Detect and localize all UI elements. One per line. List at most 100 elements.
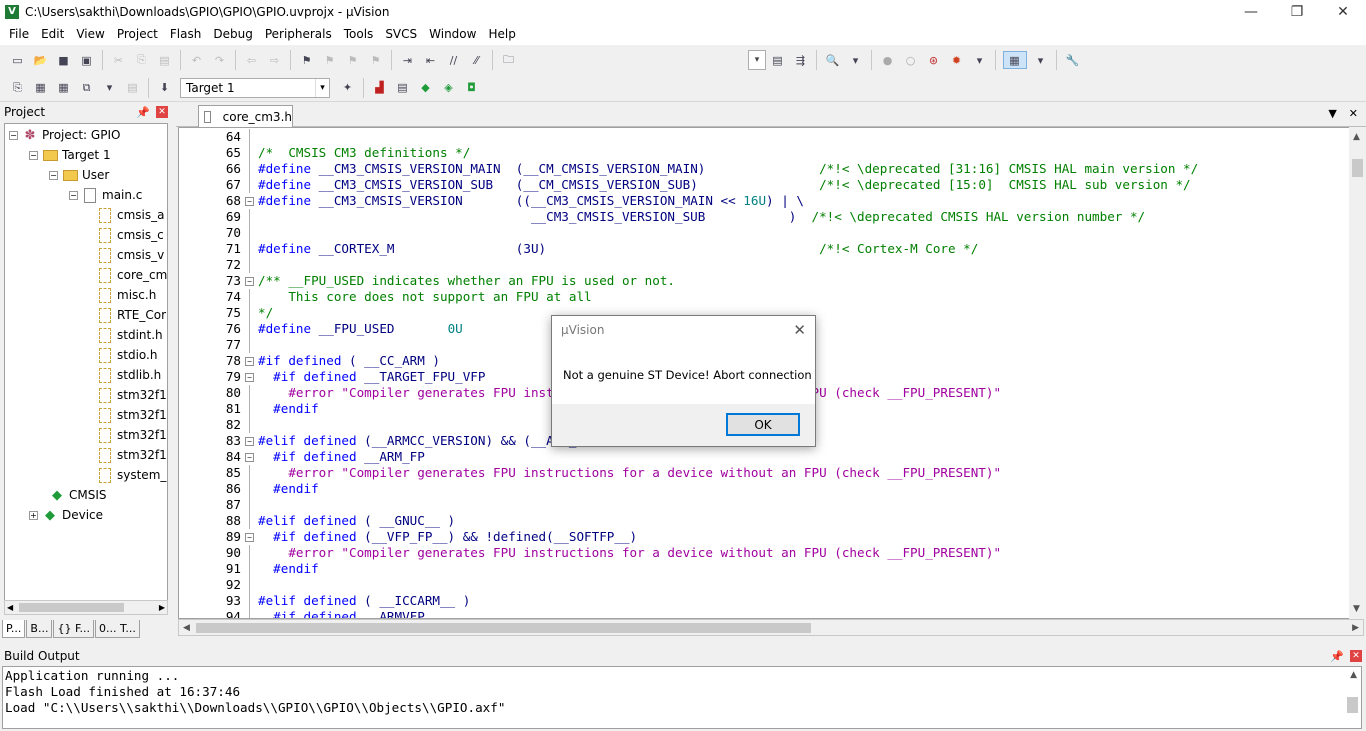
tree-item[interactable]: ◆ CMSIS (49, 485, 107, 505)
layout-dropdown-icon[interactable]: ▾ (1032, 51, 1050, 69)
tab-functions[interactable]: {} F... (53, 620, 95, 638)
manage-rte-icon[interactable]: ◆ (417, 79, 435, 97)
download-icon[interactable]: ⬇ (156, 79, 174, 97)
prev-bookmark-icon[interactable]: ⚑ (321, 51, 339, 69)
ok-button[interactable]: OK (726, 413, 800, 436)
target-options-icon[interactable]: ✦ (339, 79, 357, 97)
dialog-close-icon[interactable]: ✕ (793, 321, 806, 339)
fold-toggle-icon[interactable]: − (245, 357, 254, 366)
menu-tools[interactable]: Tools (338, 23, 380, 45)
scroll-up-icon[interactable]: ▲ (1350, 670, 1357, 680)
menu-svcs[interactable]: SVCS (379, 23, 423, 45)
batch-build-icon[interactable]: ⧉ (78, 79, 96, 97)
breakpoint-icon[interactable]: ● (879, 51, 897, 69)
fold-toggle-icon[interactable]: − (245, 437, 254, 446)
disable-all-breakpoints-icon[interactable]: ⊛ (925, 51, 943, 69)
tab-core-cm3-h[interactable]: core_cm3.h (198, 105, 293, 127)
find-in-files-icon[interactable]: 🗀 (500, 51, 518, 69)
tree-item[interactable]: misc.h (97, 285, 156, 305)
stop-build-icon[interactable]: ▤ (124, 79, 142, 97)
menu-window[interactable]: Window (423, 23, 482, 45)
translate-icon[interactable]: ⎘ (9, 79, 27, 97)
fold-toggle-icon[interactable]: − (245, 453, 254, 462)
collapse-icon[interactable]: − (29, 150, 38, 160)
find-icon[interactable]: ▤ (769, 51, 787, 69)
menu-flash[interactable]: Flash (164, 23, 207, 45)
tab-templates[interactable]: 0... T... (95, 620, 140, 638)
scroll-thumb[interactable] (19, 603, 124, 612)
menu-help[interactable]: Help (482, 23, 521, 45)
disable-breakpoint-icon[interactable]: ○ (902, 51, 920, 69)
tree-item[interactable]: stdint.h (97, 325, 163, 345)
project-tree-hscrollbar[interactable]: ◀ ▶ (4, 600, 168, 615)
scroll-right-icon[interactable]: ▶ (159, 603, 165, 612)
bookmark-icon[interactable]: ⚑ (298, 51, 316, 69)
tree-item[interactable]: stdlib.h (97, 365, 161, 385)
indent-icon[interactable]: ⇥ (399, 51, 417, 69)
tree-item[interactable]: RTE_Cor (97, 305, 166, 325)
undo-icon[interactable]: ↶ (188, 51, 206, 69)
menu-view[interactable]: View (70, 23, 110, 45)
collapse-icon[interactable]: − (9, 130, 18, 140)
editor-vscrollbar[interactable]: ▲ ▼ (1349, 127, 1366, 619)
tab-list-dropdown-icon[interactable]: ▼ (1328, 107, 1336, 120)
debug-dropdown-icon[interactable]: ▾ (847, 51, 865, 69)
collapse-icon[interactable]: − (69, 190, 78, 200)
menu-project[interactable]: Project (111, 23, 164, 45)
cut-icon[interactable]: ✂ (110, 51, 128, 69)
comment-icon[interactable]: // (445, 51, 463, 69)
tree-item[interactable]: system_ (97, 465, 166, 485)
scroll-up-icon[interactable]: ▲ (1353, 132, 1360, 142)
editor-hscrollbar[interactable]: ◀ ▶ (178, 619, 1364, 636)
batch-dropdown-icon[interactable]: ▾ (101, 79, 119, 97)
build-output-text[interactable]: Application running ... Flash Load finis… (2, 666, 1362, 729)
save-all-icon[interactable]: ▣ (78, 51, 96, 69)
tree-item[interactable]: stm32f1 (97, 385, 167, 405)
select-packs-icon[interactable]: ◈ (440, 79, 458, 97)
window-layout-icon[interactable]: ▦ (1002, 51, 1027, 69)
expand-icon[interactable]: + (29, 510, 38, 520)
manage-multi-project-icon[interactable]: ▤ (394, 79, 412, 97)
tree-item[interactable]: cmsis_c (97, 225, 164, 245)
save-icon[interactable]: ■ (55, 51, 73, 69)
menu-debug[interactable]: Debug (207, 23, 258, 45)
manage-project-icon[interactable]: ▟ (371, 79, 389, 97)
tree-item[interactable]: − ✽ Project: GPIO (9, 125, 120, 145)
scroll-left-icon[interactable]: ◀ (183, 623, 190, 633)
tree-item[interactable]: + ◆ Device (29, 505, 103, 525)
unindent-icon[interactable]: ⇤ (422, 51, 440, 69)
tree-item[interactable]: − Target 1 (29, 145, 111, 165)
build-icon[interactable]: ▦ (32, 79, 50, 97)
uncomment-icon[interactable]: ⁄⁄ (468, 51, 486, 69)
open-file-icon[interactable]: 📂 (32, 51, 50, 69)
clear-bookmarks-icon[interactable]: ⚑ (367, 51, 385, 69)
target-select[interactable]: Target 1 ▾ (180, 77, 330, 98)
incremental-find-icon[interactable]: ⇶ (792, 51, 810, 69)
next-bookmark-icon[interactable]: ⚑ (344, 51, 362, 69)
tree-item[interactable]: stm32f1 (97, 445, 167, 465)
close-panel-icon[interactable]: ✕ (156, 106, 168, 118)
close-window-button[interactable]: ✕ (1320, 0, 1366, 23)
debug-session-icon[interactable]: 🔍 (824, 51, 842, 69)
tree-item[interactable]: − main.c (69, 185, 142, 205)
tree-item[interactable]: stm32f1 (97, 425, 167, 445)
menu-peripherals[interactable]: Peripherals (259, 23, 338, 45)
breakpoints-dropdown-icon[interactable]: ▾ (971, 51, 989, 69)
find-combo-dropdown[interactable]: ▾ (748, 50, 766, 70)
paste-icon[interactable]: ▤ (156, 51, 174, 69)
menu-file[interactable]: File (3, 23, 35, 45)
tree-item[interactable]: core_cm (97, 265, 167, 285)
copy-icon[interactable]: ⎘ (133, 51, 151, 69)
tree-item[interactable]: stm32f1 (97, 405, 167, 425)
tab-books[interactable]: B... (26, 620, 53, 638)
pin-icon[interactable]: 📌 (1330, 650, 1344, 663)
kill-breakpoints-icon[interactable]: ✹ (948, 51, 966, 69)
tree-item[interactable]: cmsis_v (97, 245, 164, 265)
minimize-button[interactable]: — (1228, 0, 1274, 23)
fold-toggle-icon[interactable]: − (245, 277, 254, 286)
redo-icon[interactable]: ↷ (211, 51, 229, 69)
fold-toggle-icon[interactable]: − (245, 373, 254, 382)
menu-edit[interactable]: Edit (35, 23, 70, 45)
pack-installer-icon[interactable]: ◘ (463, 79, 481, 97)
hscroll-thumb[interactable] (196, 623, 811, 633)
